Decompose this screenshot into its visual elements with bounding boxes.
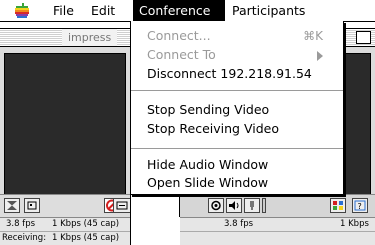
menu-conference[interactable]: Conference	[133, 0, 225, 21]
stats-divider	[180, 231, 375, 232]
bandwidth-readout: 1 Kbps	[340, 219, 369, 229]
menu-item-label: Connect...	[147, 28, 211, 43]
menu-file[interactable]: File	[47, 0, 80, 21]
menu-item-connect-to[interactable]: Connect To	[147, 46, 333, 64]
settings-icon[interactable]	[113, 198, 130, 213]
receiving-label: Receiving:	[2, 233, 47, 243]
menu-separator	[131, 148, 343, 149]
submenu-arrow-icon	[317, 51, 323, 61]
video-pane	[4, 53, 126, 217]
menu-separator	[131, 90, 343, 91]
hourglass-icon[interactable]	[4, 198, 20, 213]
svg-text:?: ?	[358, 202, 362, 211]
video-controls	[0, 194, 130, 218]
help-icon[interactable]: ?	[352, 198, 368, 213]
stats-panel: 3.8 fps 1 Kbps	[180, 218, 375, 245]
zoom-box-icon[interactable]	[356, 31, 371, 44]
window-title-bar[interactable]: impress	[0, 28, 130, 47]
menu-item-hide-audio-window[interactable]: Hide Audio Window	[147, 156, 268, 174]
local-video-window: impress 3.8 fps 1 Kbps (45 cap) Receivin…	[0, 28, 131, 245]
menu-item-label: Connect To	[147, 47, 216, 62]
speaker-icon[interactable]	[226, 198, 242, 213]
menu-edit[interactable]: Edit	[85, 0, 121, 21]
receiving-bandwidth: 1 Kbps (45 cap)	[52, 233, 120, 243]
apple-logo-icon[interactable]	[14, 3, 30, 18]
grid-icon[interactable]	[330, 198, 346, 213]
menu-item-connect[interactable]: Connect... ⌘K	[147, 27, 333, 45]
fps-readout: 3.8 fps	[6, 219, 36, 229]
video-controls: ?	[180, 194, 375, 218]
menu-item-open-slide-window[interactable]: Open Slide Window	[147, 174, 268, 192]
camera-icon[interactable]	[208, 198, 224, 213]
snapshot-icon[interactable]	[24, 198, 40, 213]
menu-item-stop-receiving-video[interactable]: Stop Receiving Video	[147, 120, 279, 138]
shortcut-label: ⌘K	[303, 29, 323, 43]
menu-participants[interactable]: Participants	[226, 0, 311, 21]
microphone-icon[interactable]	[244, 198, 260, 213]
menu-bar: File Edit Conference Participants	[0, 0, 375, 22]
toolbar-separator-icon	[262, 198, 266, 213]
window-title: impress	[62, 29, 118, 46]
fps-readout: 3.8 fps	[224, 219, 254, 229]
conference-menu: Connect... ⌘K Connect To Disconnect 192.…	[130, 21, 344, 195]
stats-panel: 3.8 fps 1 Kbps (45 cap) Receiving: 1 Kbp…	[0, 218, 130, 245]
menu-item-disconnect[interactable]: Disconnect 192.218.91.54	[147, 65, 312, 83]
bandwidth-readout: 1 Kbps (45 cap)	[52, 219, 120, 229]
menu-item-stop-sending-video[interactable]: Stop Sending Video	[147, 101, 269, 119]
